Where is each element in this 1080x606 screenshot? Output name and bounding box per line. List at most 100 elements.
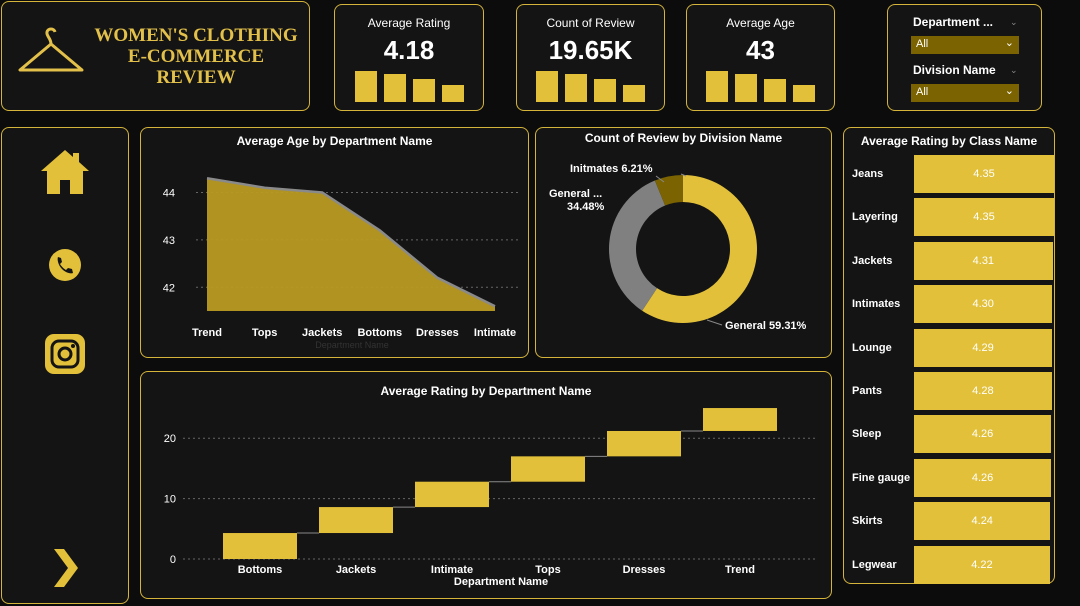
class-name: Layering: [852, 211, 898, 224]
waterfall-bar: [223, 533, 297, 559]
x-tick-label: Bottoms: [238, 564, 283, 576]
x-tick-label: Tops: [535, 564, 560, 576]
class-row: Skirts 4.24: [844, 502, 1054, 542]
class-name: Fine gauge: [852, 471, 911, 484]
class-row: Sleep 4.26: [844, 415, 1054, 455]
x-tick-label: Intimate: [431, 564, 473, 576]
kpi-sparkbars: [687, 66, 834, 102]
x-tick-label: Tops: [252, 327, 277, 339]
class-rating-bar: 4.35: [914, 155, 1054, 193]
department-filter-label: Department ...: [913, 15, 994, 29]
y-tick-label: 42: [163, 282, 175, 294]
kpi-bar: [623, 85, 645, 102]
rating-waterfall-chart: 0 10 20 Bottoms Jackets Intimate Tops Dresses Tr…: [164, 408, 815, 588]
kpi-bar: [354, 71, 377, 102]
area-fill: [207, 178, 495, 311]
class-rating-bar: 4.30: [914, 285, 1053, 324]
filter-panel: Department ... ⌄ All ⌄ Division Name ⌄ A…: [887, 4, 1042, 111]
kpi-value: 4.18: [383, 35, 435, 65]
instagram-icon[interactable]: [38, 327, 92, 381]
chevron-right-icon[interactable]: [38, 541, 92, 595]
class-row: Layering 4.35: [844, 198, 1054, 238]
leader-line: [706, 319, 723, 326]
kpi-bar: [441, 85, 464, 102]
kpi-sparkbars: [517, 66, 664, 102]
kpi-bar: [383, 74, 406, 102]
x-tick-label: Jackets: [336, 564, 376, 576]
kpi-bar: [412, 79, 435, 102]
waterfall-bar: [703, 408, 777, 431]
title-line-3: REVIEW: [156, 66, 236, 88]
kpi-label: Count of Review: [546, 16, 635, 30]
class-row: Fine gauge 4.26: [844, 458, 1054, 499]
nav-sidebar: [1, 127, 129, 604]
phone-icon[interactable]: [38, 238, 92, 292]
kpi-value: 43: [746, 35, 775, 65]
slice-label: Initmates 6.21%: [570, 163, 653, 175]
class-name: Intimates: [852, 298, 901, 311]
dropdown-arrow-icon: ⌄: [1004, 85, 1014, 97]
y-tick-label: 10: [164, 494, 176, 506]
y-tick-label: 44: [163, 187, 175, 199]
kpi-bar: [735, 74, 757, 102]
kpi-bar: [536, 71, 558, 102]
rating-by-class-panel: Average Rating by Class Name Jeans 4.35 La…: [843, 127, 1055, 584]
waterfall-bar: [319, 507, 393, 534]
kpi-label: Average Age: [726, 16, 795, 30]
class-row: Lounge 4.29: [844, 328, 1054, 369]
x-axis-title: Department Name: [454, 576, 548, 588]
title-panel: WOMEN'S CLOTHING E-COMMERCE REVIEW: [1, 1, 310, 111]
hanger-icon: [18, 27, 84, 72]
class-row: Jackets 4.31: [844, 241, 1054, 282]
kpi-count-of-review: Count of Review 19.65K: [516, 4, 665, 111]
class-rating-bar: 4.35: [914, 198, 1054, 237]
x-tick-label: Dresses: [416, 327, 459, 339]
chevron-down-icon[interactable]: ⌄: [1010, 17, 1018, 28]
class-row: Jeans 4.35: [844, 155, 1054, 195]
class-row: Intimates 4.30: [844, 285, 1054, 325]
department-filter-select[interactable]: All ⌄: [911, 36, 1019, 54]
home-icon[interactable]: [38, 146, 92, 200]
class-rating-bar: 4.22: [914, 545, 1050, 584]
age-area-chart: 42 43 44 Trend Tops Jackets Bottoms Dresses Inti…: [163, 176, 519, 350]
x-tick-label: Jackets: [302, 327, 342, 339]
division-filter-select[interactable]: All ⌄: [911, 84, 1019, 102]
y-tick-label: 0: [170, 554, 176, 566]
x-tick-label: Trend: [725, 564, 755, 576]
class-row: Pants 4.28: [844, 372, 1054, 412]
rating-by-department-panel: Average Rating by Department Name 0 10 20 B…: [140, 371, 832, 599]
class-name: Sleep: [852, 428, 882, 441]
title-line-1: WOMEN'S CLOTHING: [94, 24, 298, 46]
chart-title: Average Rating by Class Name: [860, 134, 1038, 148]
class-row: Legwear 4.22: [844, 545, 1054, 586]
division-filter-label: Division Name: [913, 63, 996, 77]
age-by-department-panel: Average Age by Department Name 42 43 44 Tre…: [140, 127, 529, 358]
slice-label: 34.48%: [567, 201, 605, 213]
kpi-bar: [764, 79, 786, 102]
department-filter-value: All: [916, 38, 929, 50]
x-tick-label: Bottoms: [357, 327, 402, 339]
class-name: Lounge: [852, 341, 892, 354]
class-name: Legwear: [852, 558, 897, 571]
division-donut-chart: General 59.31% General ...34.48% Initmates…: [549, 163, 807, 332]
x-tick-label: Dresses: [623, 564, 666, 576]
chevron-down-icon[interactable]: ⌄: [1010, 65, 1018, 76]
class-name: Skirts: [852, 515, 883, 528]
y-tick-label: 43: [163, 235, 175, 247]
waterfall-bar: [511, 456, 585, 482]
class-name: Pants: [852, 385, 882, 397]
review-by-division-panel: Count of Review by Division Name General…: [535, 127, 832, 358]
division-filter-value: All: [916, 86, 929, 98]
waterfall-bar: [607, 430, 681, 457]
kpi-bar: [594, 79, 616, 102]
kpi-bar: [706, 71, 728, 102]
kpi-average-rating: Average Rating 4.18: [334, 4, 484, 111]
kpi-bar: [793, 85, 815, 102]
slice-label: General ...: [549, 188, 602, 200]
class-rating-bar: 4.24: [914, 502, 1051, 541]
class-rating-bar: 4.28: [914, 372, 1052, 410]
x-axis-title: Department Name: [315, 340, 389, 350]
class-rating-bar: 4.26: [914, 458, 1052, 497]
class-rating-bar: 4.26: [914, 415, 1052, 454]
dashboard-title: WOMEN'S CLOTHING E-COMMERCE REVIEW: [90, 25, 302, 88]
